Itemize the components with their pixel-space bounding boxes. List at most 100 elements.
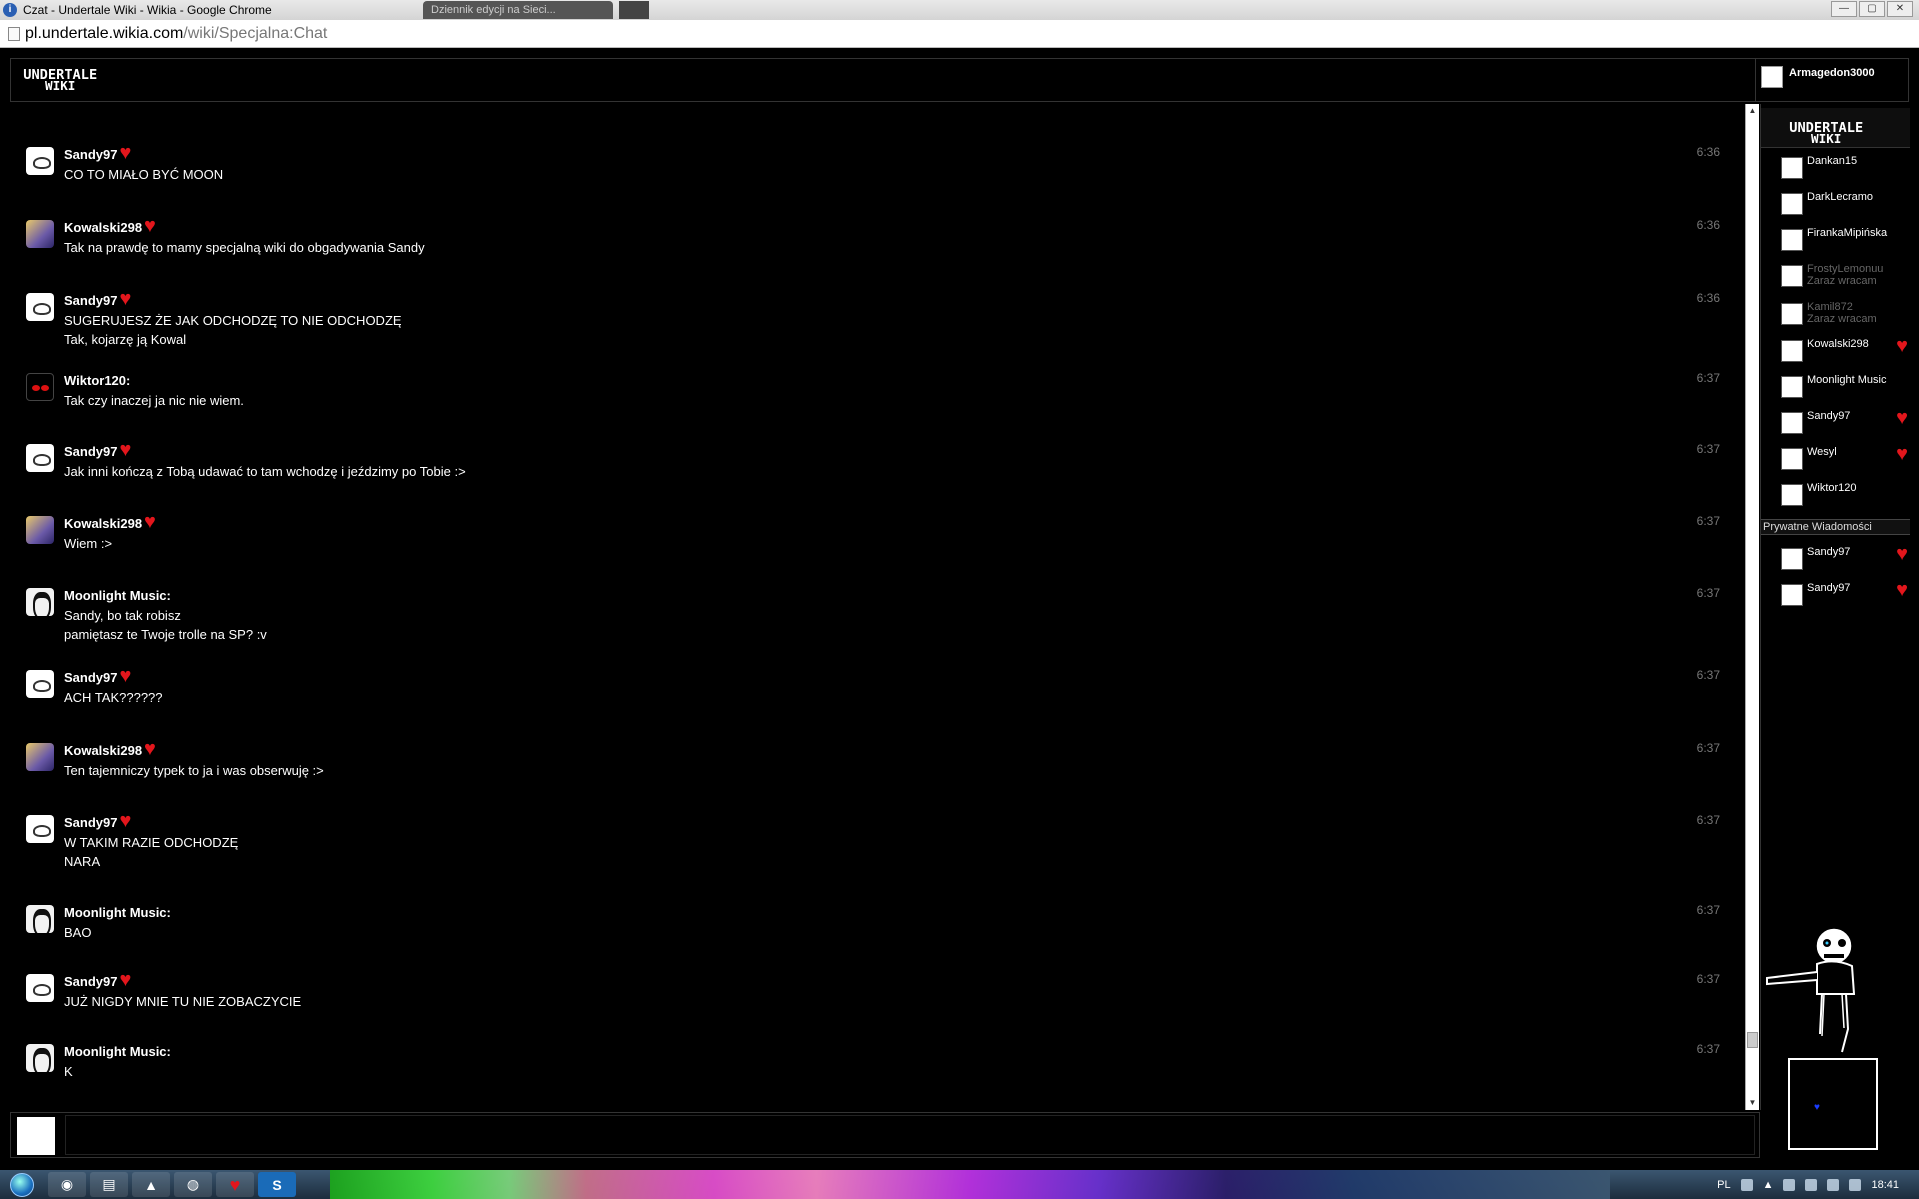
message-username[interactable]: Kowalski298 ♥	[64, 738, 160, 760]
message-avatar[interactable]	[26, 815, 54, 843]
userlist-item[interactable]: Kamil872 Zaraz wracam	[1761, 299, 1910, 333]
message-username-text: Kowalski298	[64, 743, 143, 758]
url-host[interactable]: pl.undertale.wikia.com	[25, 25, 183, 43]
userlist-username: DarkLecramo	[1807, 191, 1874, 203]
taskbar-background-art	[330, 1170, 1610, 1199]
heart-icon: ♥	[119, 665, 132, 687]
message-input[interactable]	[65, 1115, 1755, 1155]
self-avatar	[17, 1117, 55, 1155]
message-username[interactable]: Sandy97 ♥	[64, 811, 135, 831]
message-username-text: Sandy97	[64, 293, 118, 308]
minimize-button[interactable]: —	[1831, 1, 1857, 17]
message-timestamp: 6:36	[1696, 291, 1720, 305]
clock[interactable]: 18:41	[1871, 1179, 1899, 1191]
taskbar-chrome-icon[interactable]: ◉	[48, 1172, 86, 1197]
flag-icon[interactable]	[1783, 1178, 1796, 1191]
taskbar-vlc-icon[interactable]: ▲	[132, 1172, 170, 1197]
userlist-item[interactable]: Dankan15	[1761, 153, 1910, 187]
userlist-item[interactable]: Wiktor120	[1761, 480, 1910, 514]
private-message-avatar	[1781, 548, 1803, 570]
current-user-name: Armagedon3000	[1789, 67, 1875, 79]
userlist-username: Kamil872	[1807, 301, 1853, 313]
chat-message: Moonlight Music: Sandy, bo tak robisz pami…	[10, 586, 1734, 651]
taskbar-skype-icon[interactable]: S	[258, 1172, 296, 1197]
message-username[interactable]: Sandy97 ♥	[64, 665, 135, 687]
window-title: Czat - Undertale Wiki - Wikia - Google C…	[23, 3, 272, 17]
message-avatar[interactable]	[26, 905, 54, 933]
userlist-item[interactable]: Wesyl ♥	[1761, 444, 1910, 478]
message-username[interactable]: Moonlight Music:	[64, 905, 171, 920]
tray-expand-icon[interactable]: ▲	[1763, 1179, 1774, 1191]
message-avatar[interactable]	[26, 444, 54, 472]
userlist-item[interactable]: DarkLecramo	[1761, 189, 1910, 223]
message-username[interactable]: Sandy97 ♥	[64, 143, 135, 163]
userlist-item[interactable]: FirankaMipińska	[1761, 225, 1910, 259]
message-avatar[interactable]	[26, 220, 54, 248]
chat-scrollbar[interactable]: ▲ ▼	[1745, 104, 1759, 1110]
browser-tab-second[interactable]: Dziennik edycji na Sieci...	[423, 1, 613, 19]
wiki-logo[interactable]: UNDERTALE WIKI	[23, 69, 97, 92]
message-username-text: Sandy97	[64, 815, 118, 830]
message-avatar[interactable]	[26, 743, 54, 771]
keyboard-icon[interactable]	[1740, 1178, 1753, 1191]
taskbar-heart-icon[interactable]: ♥	[216, 1172, 254, 1197]
message-avatar[interactable]	[26, 588, 54, 616]
message-avatar[interactable]	[26, 373, 54, 401]
message-username[interactable]: Kowalski298 ♥	[64, 512, 160, 532]
message-timestamp: 6:36	[1696, 145, 1720, 159]
heart-icon: ♥	[1896, 543, 1908, 565]
message-username[interactable]: Sandy97 ♥	[64, 440, 135, 460]
message-text: BAO	[64, 925, 92, 940]
userlist-avatar	[1781, 448, 1803, 470]
message-text: Tak, kojarzę ją Kowal	[64, 332, 187, 347]
url-path[interactable]: /wiki/Specjalna:Chat	[183, 25, 327, 43]
message-username[interactable]: Sandy97 ♥	[64, 969, 135, 991]
start-button[interactable]	[0, 1170, 44, 1199]
userlist-avatar	[1781, 193, 1803, 215]
close-button[interactable]: ✕	[1887, 1, 1913, 17]
heart-icon: ♥	[144, 738, 156, 760]
scroll-down-arrow-icon[interactable]: ▼	[1746, 1096, 1759, 1110]
volume-icon[interactable]	[1827, 1178, 1840, 1191]
userlist-item[interactable]: Moonlight Music	[1761, 372, 1910, 406]
message-username[interactable]: Kowalski298 ♥	[64, 216, 160, 236]
message-avatar[interactable]	[26, 147, 54, 175]
message-avatar[interactable]	[26, 1044, 54, 1072]
maximize-button[interactable]: ▢	[1859, 1, 1885, 17]
heart-icon: ♥	[119, 969, 132, 991]
message-avatar[interactable]	[26, 974, 54, 1002]
private-message-item[interactable]: Sandy97 ♥	[1761, 580, 1910, 614]
heart-icon: ♥	[1896, 407, 1908, 429]
network-icon[interactable]	[1805, 1178, 1818, 1191]
userlist-item[interactable]: Sandy97 ♥	[1761, 408, 1910, 442]
new-tab-button[interactable]	[619, 1, 649, 19]
message-timestamp: 6:37	[1696, 371, 1720, 385]
message-avatar[interactable]	[26, 293, 54, 321]
taskbar-firefox-icon[interactable]: ◍	[174, 1172, 212, 1197]
scroll-thumb[interactable]	[1747, 1032, 1758, 1048]
message-username[interactable]: Wiktor120:	[64, 373, 130, 388]
page-icon	[8, 26, 20, 41]
userlist-wiki-header[interactable]: UNDERTALE WIKI	[1761, 108, 1910, 148]
private-message-username: Sandy97	[1807, 546, 1851, 558]
taskbar-folder-icon[interactable]: ▤	[90, 1172, 128, 1197]
soul-heart-icon: ♥	[1814, 1102, 1820, 1113]
message-username[interactable]: Moonlight Music:	[64, 1044, 171, 1059]
current-user[interactable]: Armagedon3000	[1755, 59, 1908, 101]
chat-message: Sandy97 ♥ CO TO MIAŁO BYĆ MOON 6:36	[10, 143, 1734, 191]
language-indicator[interactable]: PL	[1717, 1179, 1730, 1191]
message-username[interactable]: Moonlight Music:	[64, 588, 171, 603]
message-avatar[interactable]	[26, 670, 54, 698]
userlist-username: Wesyl	[1807, 446, 1837, 458]
private-message-item[interactable]: Sandy97 ♥	[1761, 544, 1910, 578]
game-box: ♥	[1788, 1058, 1878, 1150]
show-desktop-icon[interactable]	[1849, 1178, 1862, 1191]
userlist-item[interactable]: Kowalski298 ♥	[1761, 336, 1910, 370]
chat-message: Sandy97 ♥ W TAKIM RAZIE ODCHODZĘ NARA 6:37	[10, 811, 1734, 878]
scroll-up-arrow-icon[interactable]: ▲	[1746, 104, 1759, 118]
chrome-app-icon: i	[3, 3, 17, 17]
address-bar[interactable]: pl.undertale.wikia.com/wiki/Specjalna:Ch…	[0, 20, 1919, 48]
message-avatar[interactable]	[26, 516, 54, 544]
message-username[interactable]: Sandy97 ♥	[64, 289, 135, 309]
userlist-item[interactable]: FrostyLemonuu Zaraz wracam	[1761, 261, 1910, 295]
